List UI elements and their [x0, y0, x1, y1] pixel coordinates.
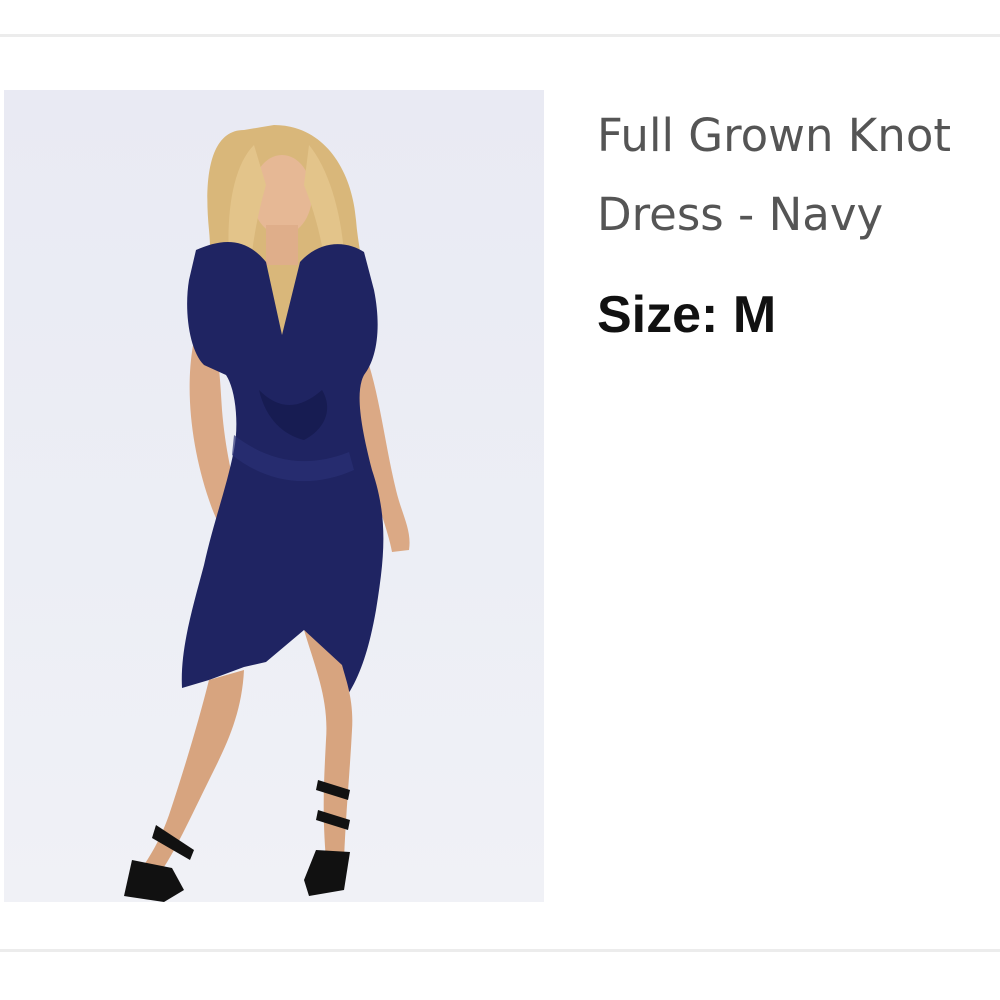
product-image[interactable] — [4, 90, 544, 902]
bottom-divider — [0, 949, 1000, 952]
product-card[interactable]: Full Grown Knot Dress - Navy Size: M — [0, 37, 1000, 949]
product-title-line-2: Dress - Navy — [597, 188, 884, 241]
size-info: Size: M — [597, 280, 776, 350]
product-title[interactable]: Full Grown Knot Dress - Navy — [597, 96, 1000, 254]
size-value: M — [732, 286, 777, 344]
page: Full Grown Knot Dress - Navy Size: M — [0, 0, 1000, 1000]
product-title-line-1: Full Grown Knot — [597, 109, 952, 162]
model-photo — [124, 125, 410, 902]
size-label: Size: — [597, 286, 719, 344]
